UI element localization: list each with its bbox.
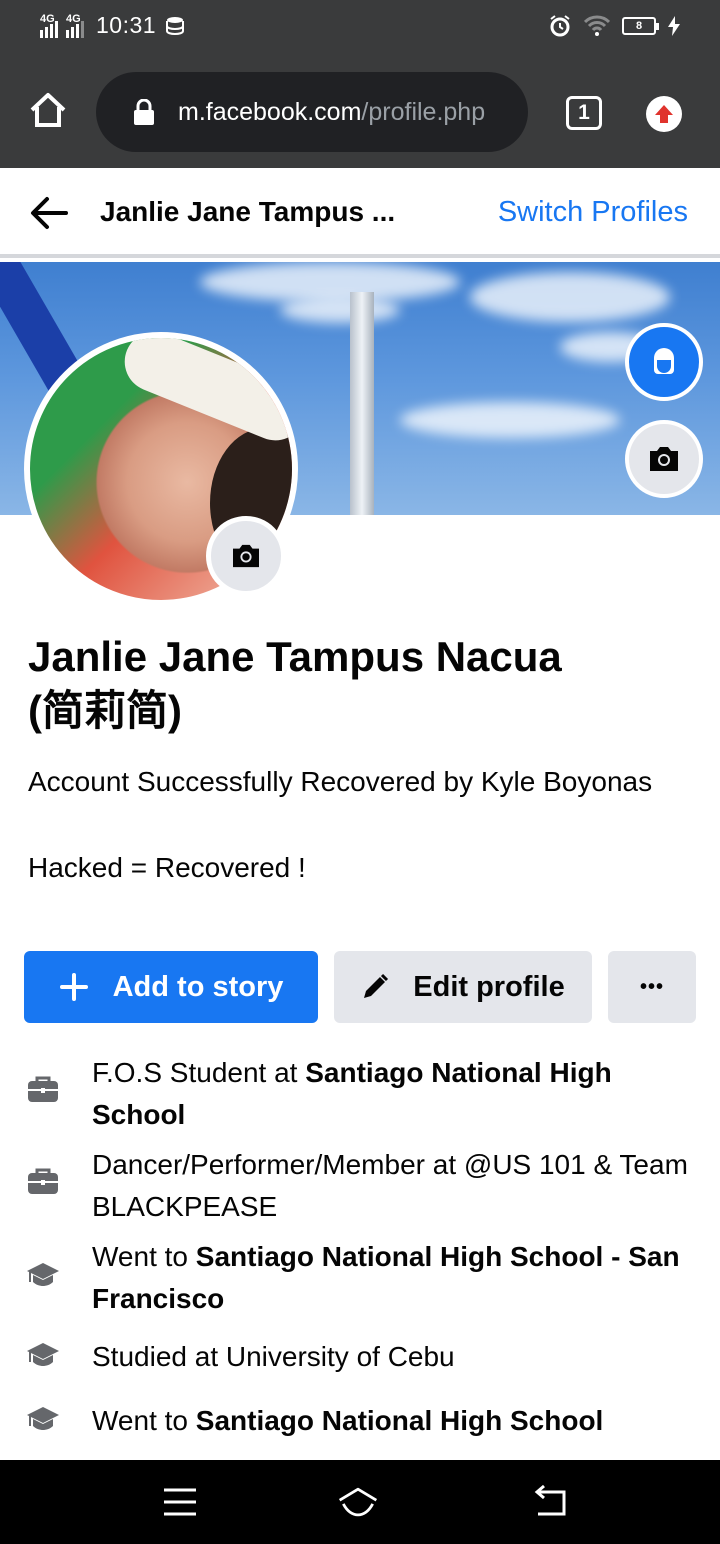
update-button[interactable] [646, 96, 682, 132]
arrow-up-icon [655, 105, 673, 123]
system-navigation-bar [0, 1460, 720, 1544]
back-arrow-icon[interactable] [30, 196, 68, 230]
switch-profiles-link[interactable]: Switch Profiles [498, 196, 688, 229]
data-saver-icon [166, 16, 185, 35]
info-prefix: Studied at University of Cebu [92, 1341, 455, 1372]
profile-name-line1: Janlie Jane Tampus Nacua [28, 633, 562, 680]
battery-level: 8 [635, 20, 643, 32]
status-bar: 4G 4G 10:31 8 [0, 0, 720, 56]
edit-cover-photo-button[interactable] [625, 420, 703, 498]
more-icon: ••• [639, 975, 664, 998]
home-icon[interactable] [28, 90, 68, 130]
tower-image [350, 292, 374, 515]
signal-icon-2: 4G [66, 12, 84, 38]
page-header: Janlie Jane Tampus ... Switch Profiles [0, 168, 720, 258]
profile-name: Janlie Jane Tampus Nacua (简莉简) [28, 630, 688, 738]
info-text-work-1: F.O.S Student at Santiago National High … [92, 1052, 692, 1136]
info-text-education-3: Went to Santiago National High School [92, 1400, 692, 1442]
graduation-cap-icon [27, 1343, 59, 1366]
address-bar[interactable]: m.facebook.com/profile.php [96, 72, 528, 152]
tab-count: 1 [578, 101, 590, 124]
home-nav-icon[interactable] [336, 1480, 380, 1524]
header-title: Janlie Jane Tampus ... [100, 196, 396, 227]
plus-icon [59, 973, 88, 1001]
network-type-2: 4G [66, 12, 81, 25]
profile-bio: Account Successfully Recovered by Kyle B… [28, 766, 653, 883]
camera-icon [650, 447, 678, 471]
edit-profile-picture-button[interactable] [206, 516, 286, 596]
info-prefix: Went to [92, 1405, 196, 1436]
briefcase-icon [28, 1168, 58, 1194]
back-nav-icon[interactable] [528, 1480, 572, 1524]
info-bold[interactable]: Santiago National High School [196, 1405, 604, 1436]
wifi-icon [584, 15, 610, 36]
add-to-story-label: Add to story [112, 970, 284, 1003]
add-to-story-button[interactable]: Add to story [24, 951, 318, 1023]
signal-icon: 4G [40, 12, 58, 38]
avatar-icon [654, 348, 674, 374]
alarm-icon [550, 15, 570, 37]
info-prefix: F.O.S Student at [92, 1057, 306, 1088]
charging-icon [668, 16, 680, 36]
lock-icon [134, 99, 154, 125]
pencil-icon [364, 973, 389, 998]
clock: 10:31 [96, 12, 157, 38]
briefcase-icon [28, 1076, 58, 1102]
network-type-1: 4G [40, 12, 55, 25]
more-options-button[interactable]: ••• [608, 951, 696, 1023]
battery-indicator: 8 [622, 17, 659, 35]
camera-icon [233, 544, 259, 568]
info-prefix: Went to [92, 1241, 196, 1272]
info-prefix: Dancer/Performer/Member at @US 101 & Tea… [92, 1149, 688, 1222]
tab-switcher-button[interactable]: 1 [566, 96, 602, 130]
menu-icon[interactable] [158, 1480, 202, 1524]
url-path: /profile.php [361, 97, 486, 126]
graduation-cap-icon [27, 1407, 59, 1430]
browser-toolbar: m.facebook.com/profile.php 1 [0, 56, 720, 168]
avatar-button[interactable] [625, 323, 703, 401]
edit-profile-label: Edit profile [413, 970, 565, 1003]
url-domain: m.facebook.com [178, 97, 362, 126]
info-text-education-1: Went to Santiago National High School - … [92, 1236, 692, 1320]
edit-profile-button[interactable]: Edit profile [334, 951, 592, 1023]
profile-name-line2: (简莉简) [28, 687, 182, 734]
info-text-education-2: Studied at University of Cebu [92, 1336, 692, 1378]
graduation-cap-icon [27, 1263, 59, 1286]
info-text-work-2: Dancer/Performer/Member at @US 101 & Tea… [92, 1144, 692, 1228]
